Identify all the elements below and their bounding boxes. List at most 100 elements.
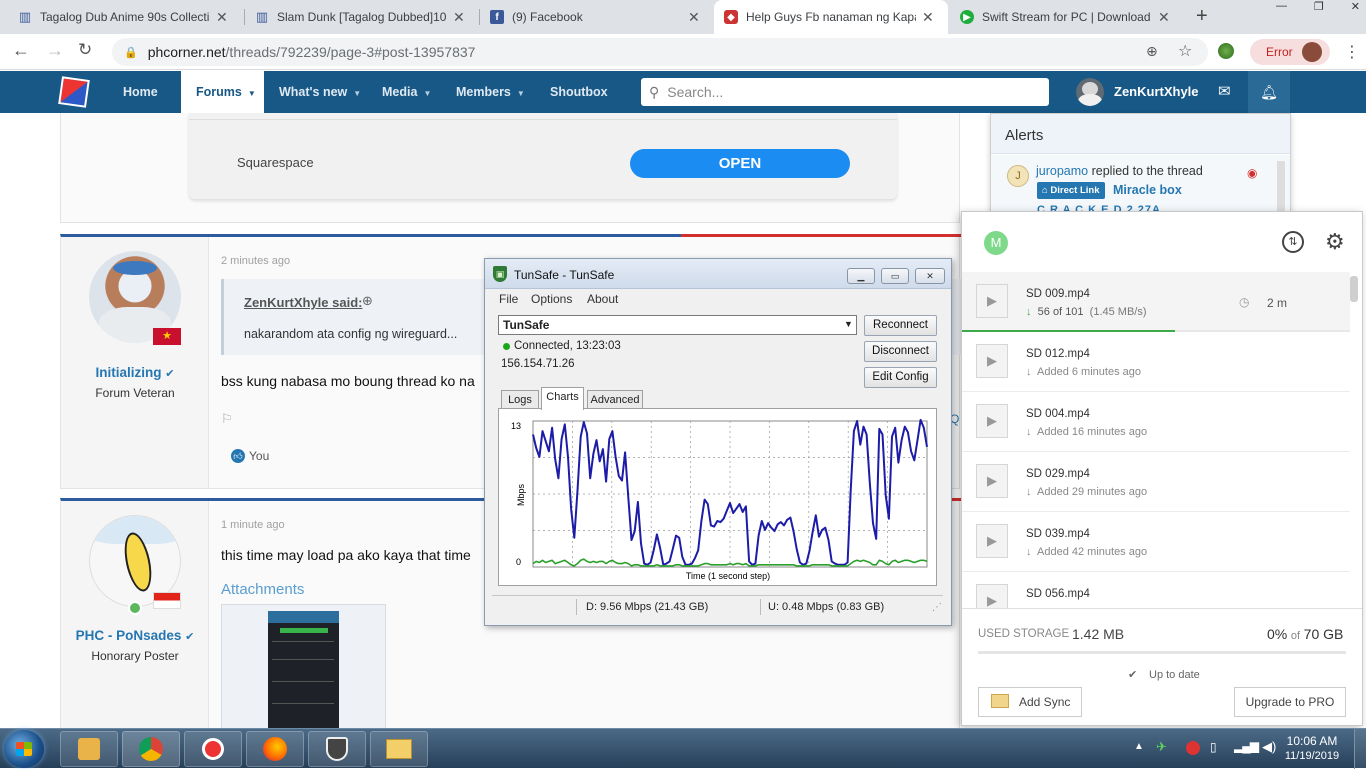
close-tab-icon[interactable]: ✕ [688, 9, 700, 26]
alert-thread-link[interactable]: Miracle box [1113, 183, 1182, 197]
quote-jump-icon[interactable]: ⊕ [362, 293, 373, 309]
clock-date[interactable]: 11/19/2019 [1282, 750, 1342, 762]
show-desktop-button[interactable] [1354, 729, 1366, 769]
list-item[interactable]: ▶ SD 029.mp4 ↓ Added 29 minutes ago [962, 452, 1350, 512]
edit-config-button[interactable]: Edit Config [864, 367, 937, 388]
nav-forums[interactable]: Forums ▼ [181, 71, 264, 113]
signal-icon[interactable]: ▂▄▆ [1234, 739, 1259, 753]
new-tab-icon[interactable]: + [1196, 5, 1208, 28]
tray-device-icon[interactable]: ▯ [1210, 740, 1217, 754]
maximize-icon[interactable]: ▭ [881, 268, 909, 284]
browser-tab-active[interactable]: ◆ Help Guys Fb nanaman ng Kapa ✕ [714, 0, 948, 34]
extension-icon[interactable] [1218, 43, 1234, 59]
browser-tab[interactable]: ▥ Tagalog Dub Anime 90s Collecti ✕ [8, 0, 244, 34]
url-field[interactable]: 🔒 phcorner.net/threads/792239/page-3#pos… [112, 38, 1208, 66]
tab-charts[interactable]: Charts [541, 387, 584, 410]
bell-icon[interactable]: 🔔︎ [1248, 71, 1290, 113]
play-icon[interactable]: ▶ [976, 464, 1008, 498]
menu-icon[interactable]: ⋮ [1344, 42, 1360, 62]
sync-scrollbar[interactable] [1350, 276, 1358, 302]
forward-icon[interactable]: → [46, 40, 64, 61]
tray-antivirus-icon[interactable] [1186, 741, 1200, 755]
menu-file[interactable]: File [499, 292, 518, 306]
report-flag-icon[interactable]: ⚐ [221, 411, 233, 427]
alert-user[interactable]: juropamo [1036, 164, 1088, 178]
nav-whats-new[interactable]: What's new ▼ [279, 71, 361, 113]
list-item[interactable]: ▶ SD 004.mp4 ↓ Added 16 minutes ago [962, 392, 1350, 452]
user-avatar[interactable] [1076, 78, 1104, 106]
mark-read-icon[interactable]: ◉ [1247, 166, 1257, 180]
sync-toggle-icon[interactable]: ⇅ [1282, 231, 1304, 253]
reload-icon[interactable]: ↻ [78, 40, 92, 60]
close-tab-icon[interactable]: ✕ [1158, 9, 1170, 26]
firefox-icon[interactable] [246, 731, 304, 767]
quote-author[interactable]: ZenKurtXhyle said: [244, 295, 362, 310]
site-search-input[interactable]: ⚲ Search... [641, 78, 1049, 106]
clock-time[interactable]: 10:06 AM [1282, 734, 1342, 748]
start-button[interactable] [4, 730, 44, 768]
bookmark-star-icon[interactable]: ☆ [1178, 41, 1192, 61]
config-select[interactable]: TunSafe ▼ [498, 315, 857, 335]
disconnect-button[interactable]: Disconnect [864, 341, 937, 362]
nav-home[interactable]: Home [123, 71, 158, 113]
play-icon[interactable]: ▶ [976, 584, 1008, 608]
show-hidden-icons-icon[interactable]: ▲ [1134, 741, 1144, 752]
avatar[interactable]: M [984, 231, 1008, 255]
alert-item[interactable]: J juropamo replied to the thread ⌂ Direc… [991, 155, 1290, 216]
close-window-icon[interactable]: ✕ [915, 268, 945, 284]
media-player-icon[interactable] [60, 731, 118, 767]
tunsafe-title-bar[interactable]: ▣ TunSafe - TunSafe ▁ ▭ ✕ [485, 259, 951, 289]
minimize-icon[interactable]: — [1276, 0, 1287, 18]
play-icon[interactable]: ▶ [976, 284, 1008, 318]
play-icon[interactable]: ▶ [976, 524, 1008, 558]
gear-icon[interactable]: ⚙︎ [1325, 229, 1345, 255]
browser-tab[interactable]: ▶ Swift Stream for PC | Download ✕ [950, 0, 1186, 34]
post-time[interactable]: 2 minutes ago [221, 255, 290, 267]
tray-network-app-icon[interactable]: ✈ [1156, 739, 1167, 755]
file-explorer-icon[interactable] [370, 731, 428, 767]
phcorner-logo[interactable] [58, 76, 90, 108]
resize-grip-icon[interactable]: ⋰ [932, 602, 942, 613]
reconnect-button[interactable]: Reconnect [864, 315, 937, 336]
avatar[interactable]: J [1007, 165, 1029, 187]
upgrade-button[interactable]: Upgrade to PRO [1234, 687, 1346, 717]
post-username[interactable]: Initializing ✔ [61, 365, 209, 380]
nav-shoutbox[interactable]: Shoutbox [550, 71, 608, 113]
minimize-icon[interactable]: ▁ [847, 268, 875, 284]
play-icon[interactable]: ▶ [976, 344, 1008, 378]
list-item[interactable]: ▶ SD 012.mp4 ↓ Added 6 minutes ago [962, 332, 1350, 392]
close-tab-icon[interactable]: ✕ [453, 9, 465, 26]
volume-icon[interactable]: ◀) [1262, 739, 1276, 755]
nav-username[interactable]: ZenKurtXhyle [1114, 71, 1199, 113]
maximize-icon[interactable]: ❐ [1314, 0, 1324, 18]
back-icon[interactable]: ← [12, 40, 30, 61]
list-item[interactable]: ▶ SD 056.mp4 [962, 572, 1350, 608]
app-icon[interactable] [184, 731, 242, 767]
tab-logs[interactable]: Logs [501, 390, 539, 409]
alerts-scrollbar[interactable] [1277, 161, 1285, 211]
tab-advanced[interactable]: Advanced [587, 390, 643, 409]
close-window-icon[interactable]: ✕ [1351, 0, 1360, 18]
ad-open-button[interactable]: OPEN [630, 149, 850, 178]
nav-media[interactable]: Media ▼ [382, 71, 431, 113]
post-username[interactable]: PHC - PoNsades ✔ [61, 628, 209, 643]
list-item[interactable]: ▶ SD 009.mp4 ↓ 56 of 101 (1.45 MB/s) ◷ 2… [962, 272, 1350, 332]
menu-about[interactable]: About [587, 292, 618, 306]
close-tab-icon[interactable]: ✕ [922, 9, 934, 26]
reaction-bar[interactable]: 👍︎ You [231, 449, 269, 463]
add-icon[interactable]: ⊕ [1146, 43, 1158, 60]
play-icon[interactable]: ▶ [976, 404, 1008, 438]
browser-tab[interactable]: ▥ Slam Dunk [Tagalog Dubbed]10 ✕ [245, 0, 479, 34]
profile-error-chip[interactable]: Error [1250, 39, 1330, 65]
list-item[interactable]: ▶ SD 039.mp4 ↓ Added 42 minutes ago [962, 512, 1350, 572]
menu-options[interactable]: Options [531, 292, 572, 306]
post-time[interactable]: 1 minute ago [221, 519, 285, 531]
attachment-thumbnail[interactable] [221, 604, 386, 728]
vpn-shield-icon[interactable] [308, 731, 366, 767]
browser-tab[interactable]: f (9) Facebook ✕ [480, 0, 714, 34]
add-sync-button[interactable]: Add Sync [978, 687, 1082, 717]
nav-members[interactable]: Members ▼ [456, 71, 525, 113]
chrome-icon[interactable] [122, 731, 180, 767]
inbox-icon[interactable]: ✉ [1218, 71, 1231, 113]
close-tab-icon[interactable]: ✕ [216, 9, 228, 26]
